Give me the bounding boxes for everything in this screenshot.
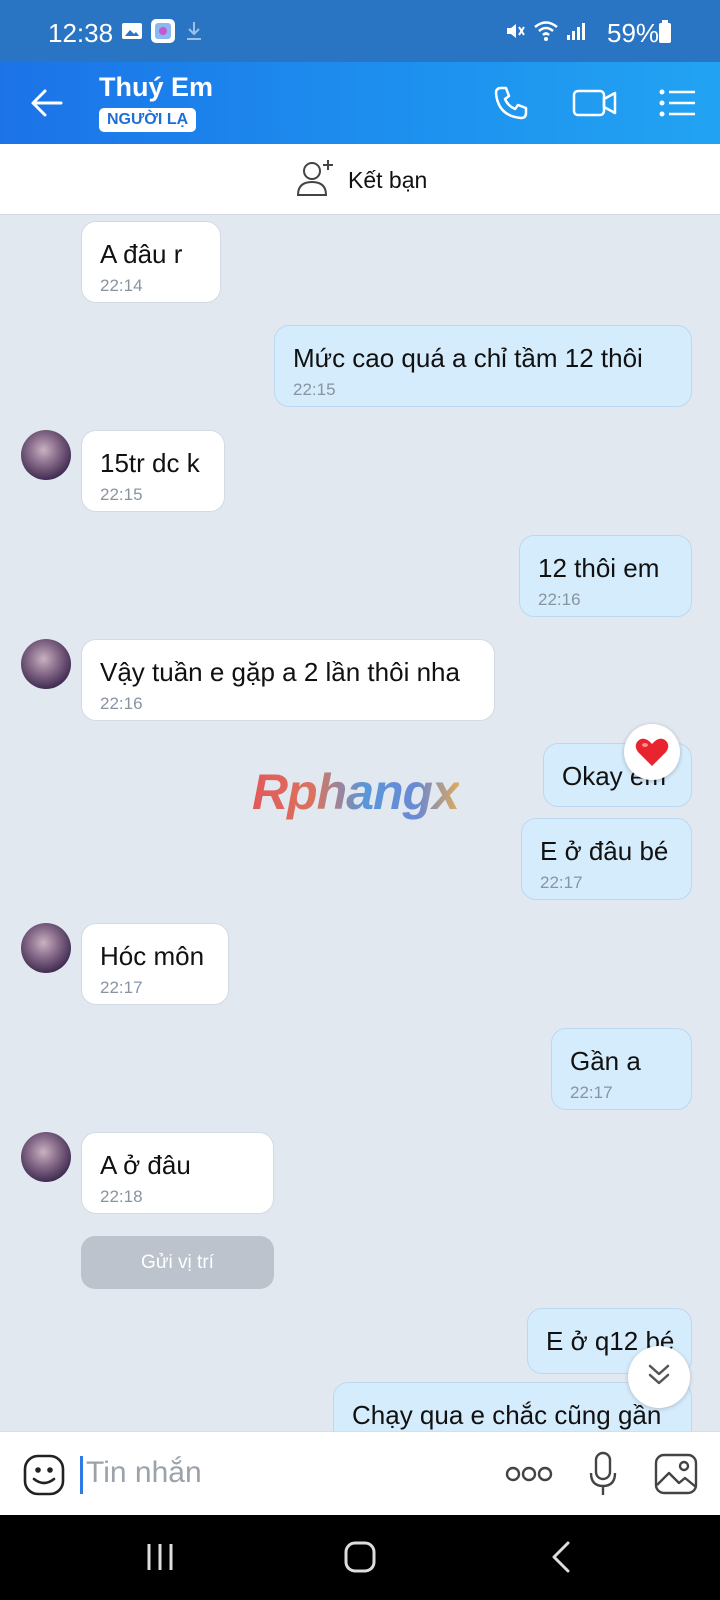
message-text: 12 thôi em [538, 553, 660, 583]
home-icon[interactable] [344, 1541, 376, 1578]
video-call-icon[interactable] [572, 84, 618, 127]
wifi-icon [533, 20, 559, 47]
more-options-icon[interactable] [505, 1466, 553, 1487]
gallery-notification-icon [121, 20, 143, 47]
message-time: 22:17 [100, 978, 143, 997]
recent-apps-icon[interactable] [145, 1542, 175, 1577]
system-back-icon[interactable] [551, 1541, 571, 1578]
add-friend-label: Kết bạn [348, 167, 428, 193]
microphone-icon[interactable] [588, 1451, 618, 1502]
contact-avatar[interactable] [21, 1132, 71, 1182]
message-input[interactable]: Tin nhắn [86, 1456, 202, 1490]
message-time: 22:16 [100, 694, 143, 713]
battery-icon [658, 20, 672, 49]
scroll-to-bottom-button[interactable] [628, 1346, 690, 1408]
status-time: 12:38 [48, 18, 114, 48]
message-time: 22:17 [570, 1083, 613, 1102]
message-input-bar: Tin nhắn [0, 1431, 720, 1516]
message-bubble[interactable]: Vậy tuần e gặp a 2 lần thôi nha 22:16 [81, 639, 495, 721]
message-time: 22:18 [100, 1187, 143, 1206]
message-time: 22:14 [100, 276, 143, 295]
message-text: A đâu r [100, 239, 183, 269]
text-cursor [80, 1456, 83, 1494]
send-location-button[interactable]: Gửi vị trí [81, 1236, 274, 1289]
add-friend-icon [296, 158, 336, 203]
contact-avatar[interactable] [21, 923, 71, 973]
app-notification-icon [150, 18, 176, 49]
message-bubble[interactable]: A ở đâu 22:18 [81, 1132, 274, 1214]
message-bubble[interactable]: 15tr dc k 22:15 [81, 430, 225, 512]
contact-avatar[interactable] [21, 639, 71, 689]
message-time: 22:15 [293, 380, 336, 399]
status-bar: 12:38 59% [0, 0, 720, 62]
contact-name[interactable]: Thuý Em [99, 72, 213, 103]
back-arrow-icon[interactable] [30, 86, 64, 125]
signal-icon [565, 20, 587, 47]
message-time: 22:15 [100, 485, 143, 504]
message-bubble[interactable]: Hóc môn 22:17 [81, 923, 229, 1005]
battery-percent: 59% [607, 18, 660, 48]
watermark: Rphangx [252, 764, 460, 820]
system-navigation-bar [0, 1515, 720, 1600]
contact-avatar[interactable] [21, 430, 71, 480]
message-text: E ở đâu bé [540, 836, 669, 866]
message-time: 22:16 [538, 590, 581, 609]
message-text: A ở đâu [100, 1150, 191, 1180]
stranger-badge: NGƯỜI LẠ [99, 108, 197, 132]
chat-header: Thuý Em NGƯỜI LẠ [0, 62, 720, 144]
heart-reaction-icon[interactable] [624, 724, 680, 780]
message-text: Gần a [570, 1046, 641, 1076]
message-bubble[interactable]: E ở đâu bé 22:17 [521, 818, 692, 900]
message-bubble[interactable]: Gần a 22:17 [551, 1028, 692, 1110]
message-text: 15tr dc k [100, 448, 200, 478]
menu-list-icon[interactable] [658, 84, 698, 127]
double-chevron-down-icon [645, 1361, 673, 1394]
message-time: 22:17 [540, 873, 583, 892]
message-list[interactable]: A đâu r 22:14 Mức cao quá a chỉ tầm 12 t… [0, 215, 720, 1431]
message-text: Vậy tuần e gặp a 2 lần thôi nha [100, 657, 460, 687]
image-gallery-icon[interactable] [654, 1453, 698, 1500]
sticker-emoji-icon[interactable] [22, 1453, 66, 1502]
message-bubble[interactable]: A đâu r 22:14 [81, 221, 221, 303]
download-icon [184, 20, 204, 47]
message-bubble[interactable]: 12 thôi em 22:16 [519, 535, 692, 617]
message-bubble[interactable]: Mức cao quá a chỉ tầm 12 thôi 22:15 [274, 325, 692, 407]
add-friend-bar[interactable]: Kết bạn [0, 144, 720, 215]
message-text: Hóc môn [100, 941, 205, 971]
mute-icon [504, 20, 526, 47]
message-text: Mức cao quá a chỉ tầm 12 thôi [293, 343, 643, 373]
message-text: Chạy qua e chắc cũng gần [352, 1400, 662, 1430]
voice-call-icon[interactable] [492, 84, 530, 127]
